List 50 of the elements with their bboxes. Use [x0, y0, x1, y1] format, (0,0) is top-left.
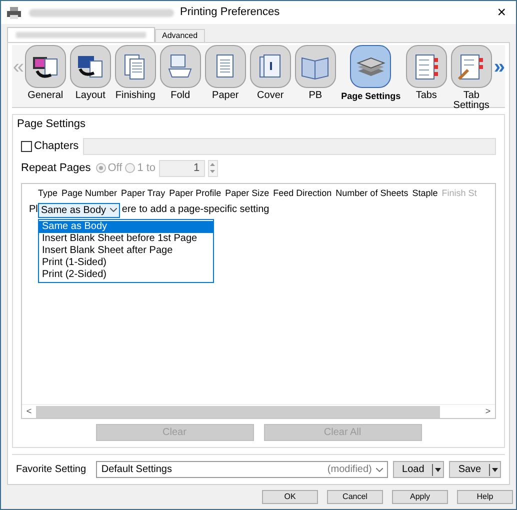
- printer-icon: [7, 6, 21, 18]
- column-header[interactable]: Feed Direction: [271, 186, 334, 200]
- close-button[interactable]: ×: [497, 5, 506, 20]
- split-button[interactable]: Load: [392, 461, 444, 478]
- dialog-button[interactable]: OK: [262, 490, 318, 504]
- group-title: Page Settings: [17, 117, 86, 132]
- column-header[interactable]: Number of Sheets: [334, 186, 410, 200]
- column-header[interactable]: Paper Tray: [119, 186, 168, 200]
- favorite-dropdown[interactable]: Default Settings (modified): [96, 461, 388, 478]
- spin-button[interactable]: [208, 160, 218, 176]
- checkbox[interactable]: [21, 140, 32, 152]
- tab[interactable]: [7, 27, 155, 42]
- down-arrow-icon: [210, 170, 216, 174]
- modified-status: (modified): [327, 463, 372, 477]
- chevron-down-icon: [110, 208, 117, 212]
- caret-down-icon: [492, 468, 498, 472]
- dropdown-option[interactable]: Insert Blank Sheet before 1st Page: [39, 232, 213, 244]
- scroll-left-button[interactable]: <: [22, 404, 36, 418]
- column-header[interactable]: Paper Size: [223, 186, 272, 200]
- chevron-down-icon: [376, 468, 383, 472]
- dialog-button[interactable]: Apply: [392, 490, 448, 504]
- checkbox-label: Chapters: [34, 138, 79, 154]
- scroll-right-button[interactable]: »: [494, 57, 505, 77]
- scroll-right-button[interactable]: >: [481, 404, 495, 418]
- dialog-button[interactable]: Help: [457, 490, 513, 504]
- toolbar-button[interactable]: Page Settings: [340, 45, 402, 111]
- caret-down-icon: [435, 468, 442, 472]
- chapters-field[interactable]: [82, 138, 496, 154]
- dropdown-option[interactable]: Insert Blank Sheet after Page: [39, 244, 213, 256]
- window-title: Printing Preferences: [180, 5, 280, 20]
- dialog-button[interactable]: Cancel: [327, 490, 383, 504]
- radio-label: Off: [108, 160, 122, 176]
- dropdown-option[interactable]: Print (1-Sided): [39, 256, 213, 268]
- dropdown-option[interactable]: Print (2-Sided): [39, 268, 213, 280]
- column-header[interactable]: Staple: [410, 186, 440, 200]
- column-header[interactable]: Type: [36, 186, 60, 200]
- column-header[interactable]: Page Number: [60, 186, 120, 200]
- scrollbar-thumb[interactable]: [36, 406, 440, 418]
- hint-text: ere to add a page-specific setting: [122, 203, 270, 217]
- favorite-label: Favorite Setting: [16, 463, 88, 477]
- up-arrow-icon: [210, 162, 216, 166]
- dropdown-option[interactable]: Same as Body: [39, 220, 213, 232]
- repeat-pages-label: Repeat Pages: [21, 160, 91, 176]
- tab[interactable]: Advanced: [155, 29, 205, 42]
- radio-label: 1 to: [137, 160, 156, 176]
- favorite-value: Default Settings: [101, 463, 172, 477]
- hint-text: Pl: [29, 203, 38, 217]
- split-button[interactable]: Save: [449, 461, 501, 478]
- type-dropdown[interactable]: Same as Body: [38, 202, 120, 218]
- column-header[interactable]: Paper Profile: [167, 186, 224, 200]
